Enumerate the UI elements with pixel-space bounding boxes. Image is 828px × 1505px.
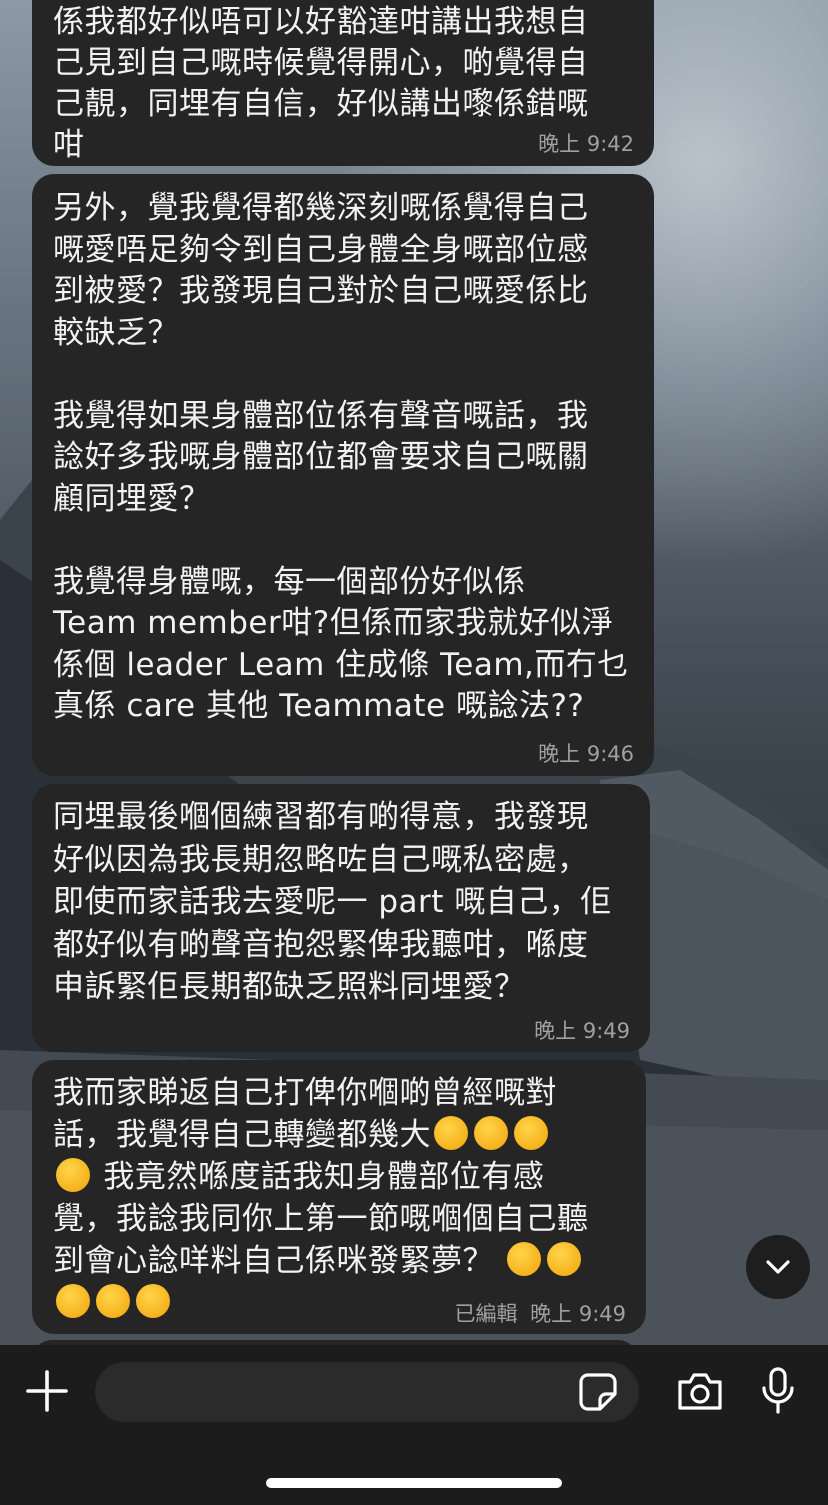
- message-line: 我竟然喺度話我知身體部位有感: [53, 1156, 628, 1198]
- camera-button[interactable]: [676, 1370, 724, 1414]
- laughing-emoji-icon: [507, 1242, 542, 1276]
- message-line: 覺，我諗我同你上第一節嘅嗰個自己聽: [53, 1201, 589, 1237]
- message-bubble[interactable]: 係我都好似唔可以好豁達咁講出我想自 己見到自己嘅時候覺得開心，啲覺得自 己靚，同…: [32, 0, 654, 166]
- message-timestamp: 晚上 9:49: [534, 1019, 630, 1043]
- message-line: 我而家睇返自己打俾你嗰啲曾經嘅對: [53, 1075, 557, 1111]
- message-bubble[interactable]: 我而家睇返自己打俾你嗰啲曾經嘅對 話，我覺得自己轉變都幾大 我竟然喺度話我知身體…: [32, 1060, 646, 1334]
- home-indicator[interactable]: [266, 1478, 562, 1488]
- laughing-emoji-icon: [474, 1116, 508, 1150]
- message-timestamp: 晚上 9:42: [538, 132, 634, 156]
- microphone-button[interactable]: [760, 1366, 796, 1416]
- microphone-icon: [762, 1367, 794, 1414]
- message-input-container[interactable]: [95, 1362, 639, 1422]
- chevron-down-icon: [766, 1260, 790, 1274]
- laughing-emoji-icon: [434, 1116, 468, 1150]
- sticker-icon: [579, 1373, 617, 1411]
- attach-button[interactable]: [24, 1368, 70, 1414]
- message-line-text: 我竟然喺度話我知身體部位有感: [93, 1159, 545, 1195]
- message-input[interactable]: [117, 1372, 561, 1414]
- message-text: 另外，覺我覺得都幾深刻嘅係覺得自己 嘅愛唔足夠令到自己身體全身嘅部位感 到被愛？…: [53, 190, 629, 724]
- message-line: 到會心諗咩料自己係咪發緊夢？: [53, 1240, 628, 1282]
- edited-label: 已編輯: [454, 1302, 518, 1326]
- scroll-to-bottom-button[interactable]: [746, 1235, 810, 1299]
- laughing-emoji-icon: [56, 1158, 90, 1192]
- laughing-emoji-icon: [56, 1284, 90, 1318]
- message-timestamp: 晚上 9:46: [538, 742, 634, 766]
- message-meta: 已編輯 晚上 9:49: [454, 1298, 626, 1328]
- sticker-button[interactable]: [578, 1372, 618, 1412]
- message-line: 話，我覺得自己轉變都幾大: [53, 1114, 628, 1156]
- message-text: 同埋最後嗰個練習都有啲得意，我發現 好似因為我長期忽略咗自己嘅私密處， 即使而家…: [53, 799, 612, 1005]
- message-bubble[interactable]: 另外，覺我覺得都幾深刻嘅係覺得自己 嘅愛唔足夠令到自己身體全身嘅部位感 到被愛？…: [32, 174, 654, 776]
- laughing-emoji-icon: [136, 1284, 170, 1318]
- message-line-text: 話，我覺得自己轉變都幾大: [53, 1117, 431, 1153]
- camera-icon: [678, 1373, 722, 1410]
- message-text: 我而家睇返自己打俾你嗰啲曾經嘅對 話，我覺得自己轉變都幾大 我竟然喺度話我知身體…: [53, 1072, 628, 1324]
- laughing-emoji-icon: [96, 1284, 130, 1318]
- laughing-emoji-icon: [547, 1242, 582, 1276]
- laughing-emoji-icon: [514, 1116, 548, 1150]
- message-line-text: 到會心諗咩料自己係咪發緊夢？: [53, 1243, 505, 1279]
- plus-icon: [26, 1370, 68, 1412]
- message-timestamp: 晚上 9:49: [530, 1302, 626, 1326]
- message-bubble[interactable]: 同埋最後嗰個練習都有啲得意，我發現 好似因為我長期忽略咗自己嘅私密處， 即使而家…: [32, 784, 650, 1052]
